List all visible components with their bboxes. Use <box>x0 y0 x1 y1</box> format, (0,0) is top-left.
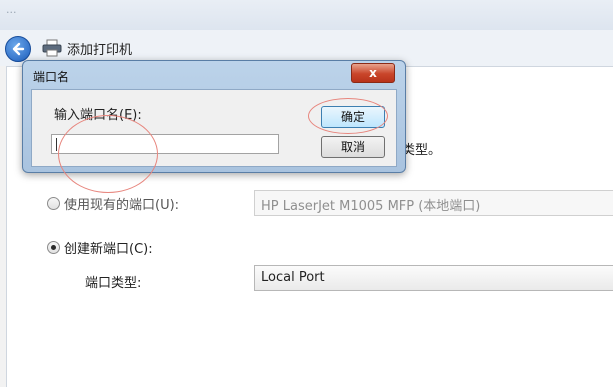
back-button[interactable] <box>5 36 31 62</box>
back-arrow-icon <box>12 42 25 56</box>
printer-icon <box>42 39 62 57</box>
port-name-prompt: 输入端口名(E): <box>54 108 142 123</box>
port-name-dialog: 端口名 x 输入端口名(E): 确定 取消 <box>22 60 406 173</box>
dialog-close-button[interactable]: x <box>351 63 395 83</box>
titlebar-text: ··· <box>6 6 17 19</box>
wizard-title: 添加打印机 <box>67 43 133 58</box>
use-existing-port-radio[interactable] <box>47 197 60 210</box>
dialog-title: 端口名 <box>33 70 70 84</box>
existing-port-select[interactable]: HP LaserJet M1005 MFP (本地端口) <box>254 190 613 216</box>
port-type-select[interactable]: Local Port <box>254 265 613 291</box>
create-new-port-radio[interactable] <box>47 241 60 254</box>
use-existing-port-label[interactable]: 使用现有的端口(U): <box>64 194 179 213</box>
port-name-input[interactable] <box>51 134 279 154</box>
obscured-description-text: 类型。 <box>402 143 442 158</box>
port-type-label: 端口类型: <box>85 276 142 291</box>
window-titlebar: ··· <box>0 0 613 30</box>
create-new-port-label[interactable]: 创建新端口(C): <box>64 238 153 257</box>
ok-button[interactable]: 确定 <box>321 106 385 128</box>
cancel-button[interactable]: 取消 <box>321 136 385 158</box>
text-caret <box>56 138 57 151</box>
dialog-body: 输入端口名(E): 确定 取消 <box>31 89 397 167</box>
